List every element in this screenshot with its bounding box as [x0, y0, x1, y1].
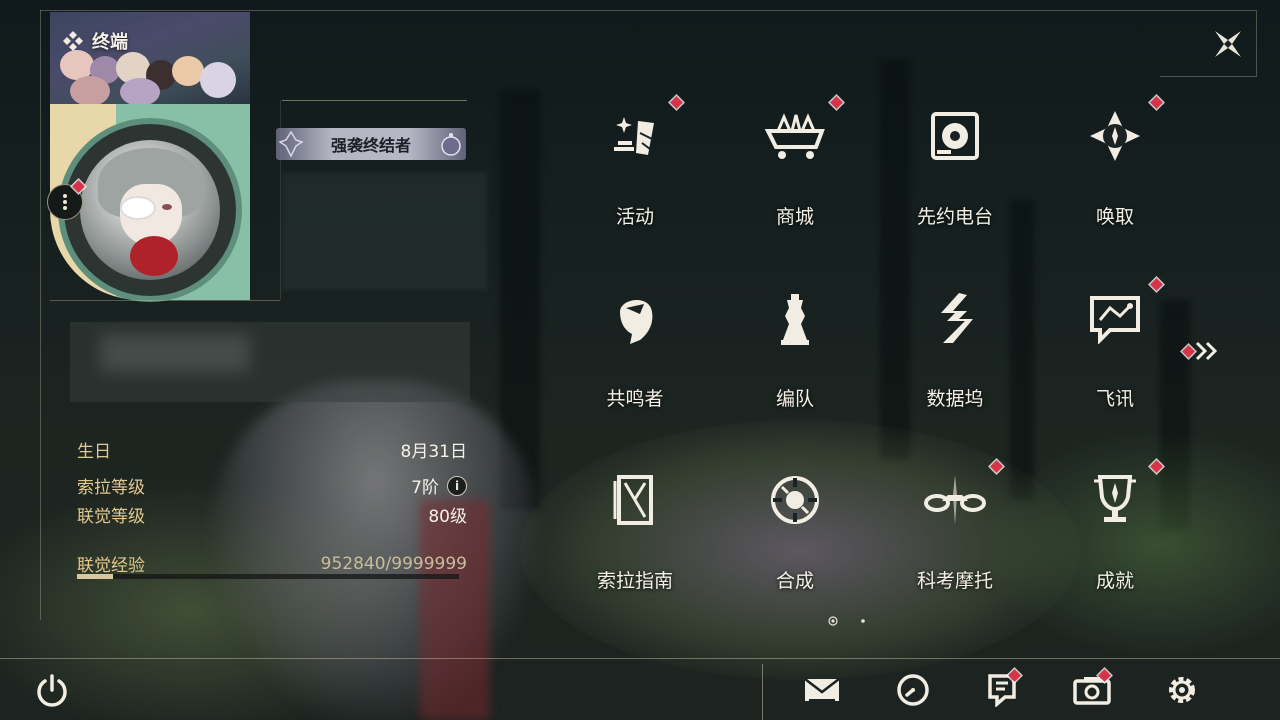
title-pet-icon: [441, 133, 461, 156]
player-title-badge[interactable]: 强袭终结者: [276, 128, 466, 160]
exp-progress-bar: [77, 574, 459, 579]
info-icon[interactable]: i: [447, 475, 467, 496]
bottom-bar-separator: [762, 664, 763, 720]
frame-line-top: [40, 10, 1256, 11]
settings-button[interactable]: [1162, 670, 1202, 710]
menu-item-label: 索拉指南: [596, 570, 673, 592]
stat-value: 952840/9999999: [320, 553, 467, 574]
frame-line-left: [40, 10, 41, 620]
divider: [50, 300, 280, 301]
menu-item-team[interactable]: 编队: [715, 270, 875, 420]
menu-item-messages[interactable]: 飞讯: [1035, 270, 1195, 420]
stat-value: 80级: [428, 507, 467, 527]
data-bank-icon: [941, 293, 973, 343]
menu-item-summon[interactable]: 唤取: [1035, 88, 1195, 238]
bottom-bar-divider: [0, 658, 1280, 659]
next-page-button[interactable]: [1180, 338, 1224, 364]
redacted-name-area: [282, 172, 487, 290]
stat-value: 8月31日: [400, 442, 467, 462]
menu-item-label: 唤取: [1095, 206, 1134, 228]
stat-value: 7阶: [411, 478, 439, 498]
next-page-badge: [1182, 344, 1195, 358]
synthesis-icon: [771, 476, 819, 524]
menu-item-label: 商城: [775, 206, 814, 228]
stat-union-level: 联觉等级 80级: [77, 502, 467, 527]
mail-icon: [804, 678, 840, 701]
page-title: 终端: [62, 28, 128, 54]
menu-item-label: 成就: [1095, 570, 1134, 592]
menu-item-resonators[interactable]: 共鸣者: [555, 270, 715, 420]
stat-label: 联觉等级: [77, 507, 145, 527]
menu-item-label: 活动: [615, 206, 654, 228]
menu-item-motorcycle[interactable]: 科考摩托: [875, 452, 1035, 602]
notice-button[interactable]: [982, 669, 1022, 710]
settings-gear-icon: [1169, 677, 1195, 703]
trophy-icon: [1094, 475, 1136, 522]
redacted-signature-area: [70, 322, 470, 402]
stat-label: 索拉等级: [77, 478, 145, 498]
more-vertical-icon: [63, 194, 67, 210]
double-chevron-right-icon: [1195, 341, 1218, 361]
menu-item-label: 科考摩托: [916, 570, 993, 592]
close-button[interactable]: [1206, 22, 1250, 66]
stat-union-exp: 联觉经验 952840/9999999: [77, 551, 467, 577]
power-button[interactable]: [33, 672, 71, 710]
menu-item-label: 飞讯: [1095, 388, 1134, 410]
chat-message-icon: [1090, 296, 1140, 344]
exp-progress-fill: [77, 574, 114, 579]
terminal-diamond-icon: [63, 31, 83, 51]
menu-item-shop[interactable]: 商城: [715, 88, 875, 238]
mail-button[interactable]: [802, 670, 842, 710]
motorcycle-icon: [924, 475, 986, 525]
power-icon: [37, 674, 67, 707]
menu-item-label: 共鸣者: [606, 388, 664, 410]
menu-item-synthesis[interactable]: 合成: [715, 452, 875, 602]
page-indicator: [826, 612, 876, 626]
page-title-text: 终端: [92, 32, 128, 53]
menu-item-achievements[interactable]: 成就: [1035, 452, 1195, 602]
radio-icon: [931, 112, 979, 160]
menu-item-label: 先约电台: [916, 206, 993, 228]
close-icon: [1215, 31, 1241, 57]
summon-compass-icon: [1090, 111, 1140, 161]
name-underline: [282, 100, 467, 101]
shop-cart-icon: [764, 113, 825, 159]
profile-banner: [50, 12, 250, 104]
time-button[interactable]: [893, 670, 933, 710]
menu-item-guide[interactable]: 索拉指南: [555, 452, 715, 602]
stat-birthday: 生日 8月31日: [77, 437, 467, 462]
menu-item-label: 合成: [775, 570, 814, 592]
menu-item-label: 数据坞: [926, 388, 984, 410]
page-dot: [861, 619, 865, 623]
stat-label: 生日: [77, 442, 111, 462]
resonator-head-icon: [620, 299, 653, 344]
title-emblem-icon: [278, 130, 304, 158]
activity-icon: [614, 117, 654, 155]
guidebook-icon: [613, 475, 653, 525]
menu-item-data-bank[interactable]: 数据坞: [875, 270, 1035, 420]
team-chess-icon: [781, 294, 809, 345]
menu-item-radio[interactable]: 先约电台: [875, 88, 1035, 238]
menu-item-activity[interactable]: 活动: [555, 88, 715, 238]
player-title-text: 强袭终结者: [330, 136, 411, 155]
page-dot-active-center: [831, 619, 835, 623]
photo-button[interactable]: [1072, 669, 1112, 710]
avatar[interactable]: [80, 140, 220, 280]
menu-item-label: 编队: [775, 388, 814, 410]
clock-icon: [897, 674, 929, 706]
stat-label: 联觉经验: [77, 556, 145, 576]
stat-sol-level: 索拉等级 7阶 i: [77, 473, 467, 498]
